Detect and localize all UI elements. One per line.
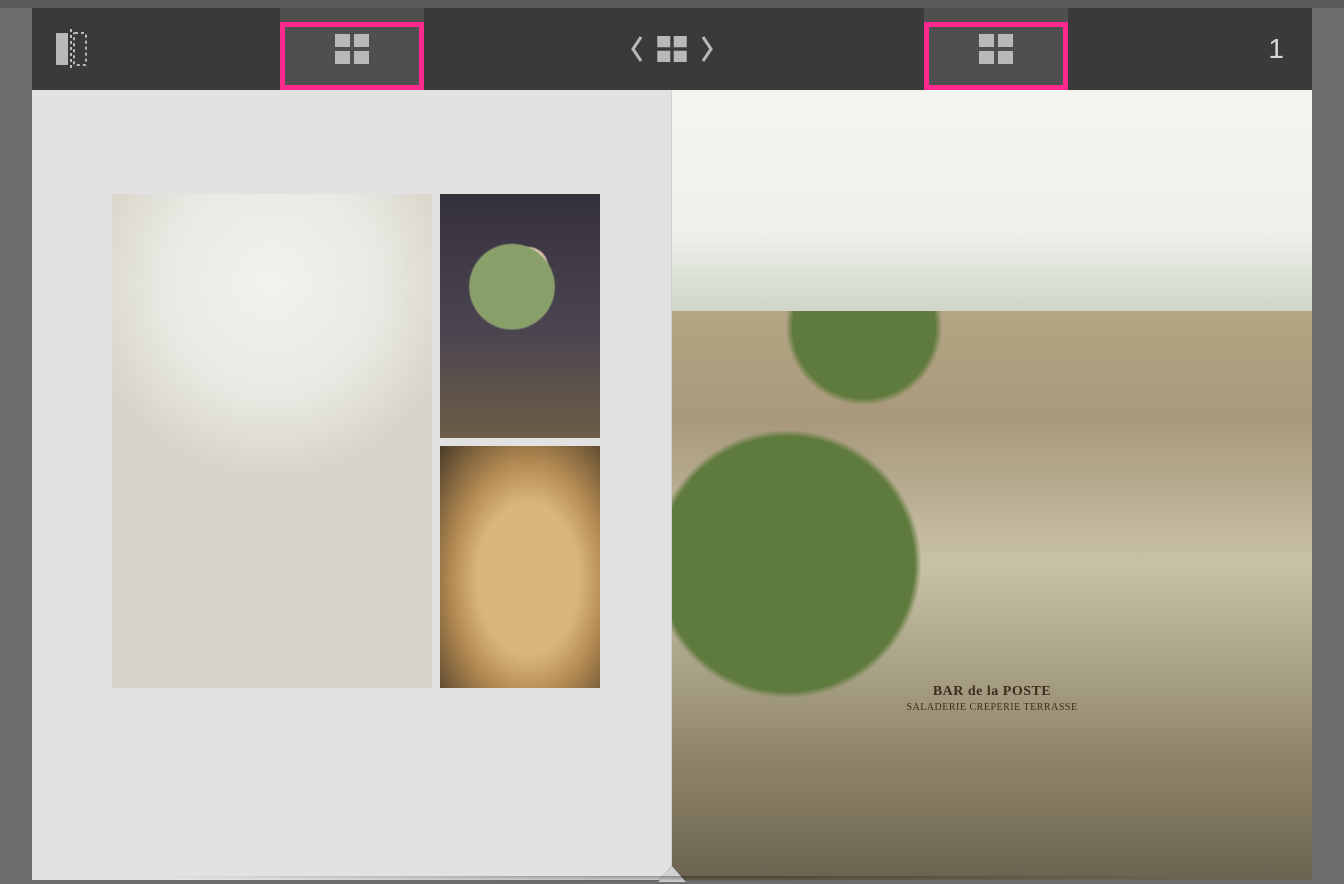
page-number: 1 [1262,33,1290,65]
book-spread: BAR de la POSTE SALADERIE CREPERIE TERRA… [32,90,1312,880]
photo-text: SALADERIE CREPERIE TERRASSE [906,702,1077,713]
window-top-strip [0,0,1344,8]
prev-spread-button[interactable] [629,35,645,63]
left-page[interactable] [32,90,672,880]
right-page[interactable]: BAR de la POSTE SALADERIE CREPERIE TERRA… [672,90,1312,880]
photo-slot[interactable] [440,446,600,688]
spread-shadow [32,876,1312,884]
grid-icon [979,34,1013,64]
next-spread-button[interactable] [699,35,715,63]
spread-overview-button[interactable] [657,36,687,62]
spread-nav [629,8,715,90]
photo-text: BAR de la POSTE [933,684,1051,700]
photo-slot[interactable] [112,194,432,688]
photo-slot[interactable] [672,90,1312,880]
photo-slot[interactable] [440,194,600,438]
split-view-button[interactable] [48,26,94,72]
editor-toolbar: 1 [32,8,1312,90]
split-view-icon [54,29,88,69]
left-page-layout-button[interactable] [280,8,424,90]
right-page-layout-button[interactable] [924,8,1068,90]
grid-icon [335,34,369,64]
